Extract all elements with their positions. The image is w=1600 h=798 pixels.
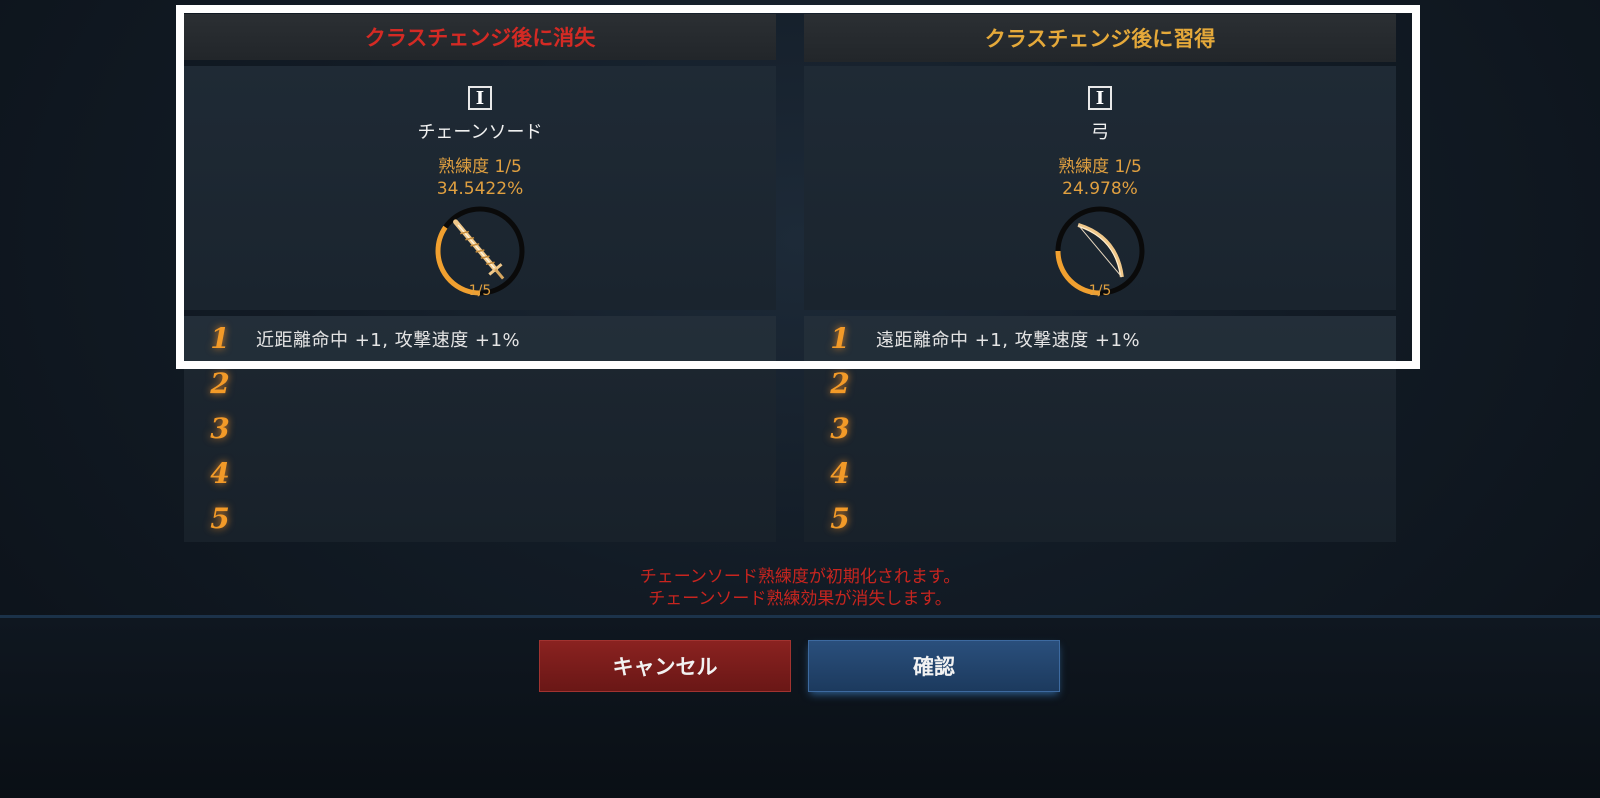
- mastery-dial: 1/5: [1052, 203, 1148, 299]
- effect-number: 4: [210, 457, 230, 490]
- gained-panel-header: クラスチェンジ後に習得: [804, 14, 1396, 62]
- weapon-name: チェーンソード: [417, 122, 543, 143]
- background-lower: [0, 618, 1600, 798]
- confirm-button[interactable]: 確認: [808, 640, 1060, 692]
- effect-row: 4: [804, 451, 1396, 496]
- weapon-name: 弓: [1091, 122, 1109, 143]
- effect-row: 3: [184, 406, 776, 451]
- gained-weapon-card: I 弓 熟練度 1/5 24.978% 1/5: [804, 66, 1396, 310]
- warning-line-2: チェーンソード熟練効果が消失します。: [648, 589, 952, 609]
- effect-number: 5: [210, 502, 230, 535]
- effect-number: 4: [830, 457, 850, 490]
- effect-row: 4: [184, 451, 776, 496]
- background-divider: [0, 615, 1600, 618]
- mastery-label: 熟練度 1/5: [438, 157, 522, 177]
- effect-number: 2: [210, 367, 230, 400]
- tier-badge: I: [468, 86, 492, 110]
- effect-text: 遠距離命中 +1, 攻撃速度 +1%: [876, 329, 1141, 351]
- effect-row: 3: [804, 406, 1396, 451]
- mastery-dial: 1/5: [432, 203, 528, 299]
- lost-weapon-card: I チェーンソード 熟練度 1/5 34.5422% 1/5: [184, 66, 776, 310]
- mastery-percent: 24.978%: [1062, 179, 1138, 199]
- effect-row: 1 近距離命中 +1, 攻撃速度 +1%: [184, 316, 776, 361]
- effect-row: 5: [184, 496, 776, 541]
- tier-badge: I: [1088, 86, 1112, 110]
- chain-sword-icon: [453, 219, 505, 280]
- warning-message: チェーンソード熟練度が初期化されます。 チェーンソード熟練効果が消失します。: [0, 566, 1600, 610]
- effect-number: 1: [210, 322, 230, 355]
- effect-number: 1: [830, 322, 850, 355]
- mastery-label: 熟練度 1/5: [1058, 157, 1142, 177]
- effect-text: 近距離命中 +1, 攻撃速度 +1%: [256, 329, 521, 351]
- lost-skill-panel: クラスチェンジ後に消失 I チェーンソード 熟練度 1/5 34.5422% 1…: [184, 14, 776, 542]
- cancel-button[interactable]: キャンセル: [539, 640, 791, 692]
- effect-row: 1 遠距離命中 +1, 攻撃速度 +1%: [804, 316, 1396, 361]
- gained-skill-panel: クラスチェンジ後に習得 I 弓 熟練度 1/5 24.978% 1/5 1 遠距…: [804, 14, 1396, 542]
- mastery-level: 1/5: [468, 283, 492, 299]
- effect-number: 2: [830, 367, 850, 400]
- effect-number: 5: [830, 502, 850, 535]
- effect-row: 5: [804, 496, 1396, 541]
- mastery-level: 1/5: [1088, 283, 1112, 299]
- lost-panel-header: クラスチェンジ後に消失: [184, 14, 776, 60]
- effect-row: 2: [184, 361, 776, 406]
- bow-icon: [1077, 223, 1124, 278]
- effect-number: 3: [830, 412, 850, 445]
- effect-number: 3: [210, 412, 230, 445]
- gained-effects-list: 1 遠距離命中 +1, 攻撃速度 +1% 2 3 4 5: [804, 316, 1396, 542]
- effect-row: 2: [804, 361, 1396, 406]
- lost-effects-list: 1 近距離命中 +1, 攻撃速度 +1% 2 3 4 5: [184, 316, 776, 542]
- warning-line-1: チェーンソード熟練度が初期化されます。: [639, 567, 961, 587]
- mastery-percent: 34.5422%: [436, 179, 524, 199]
